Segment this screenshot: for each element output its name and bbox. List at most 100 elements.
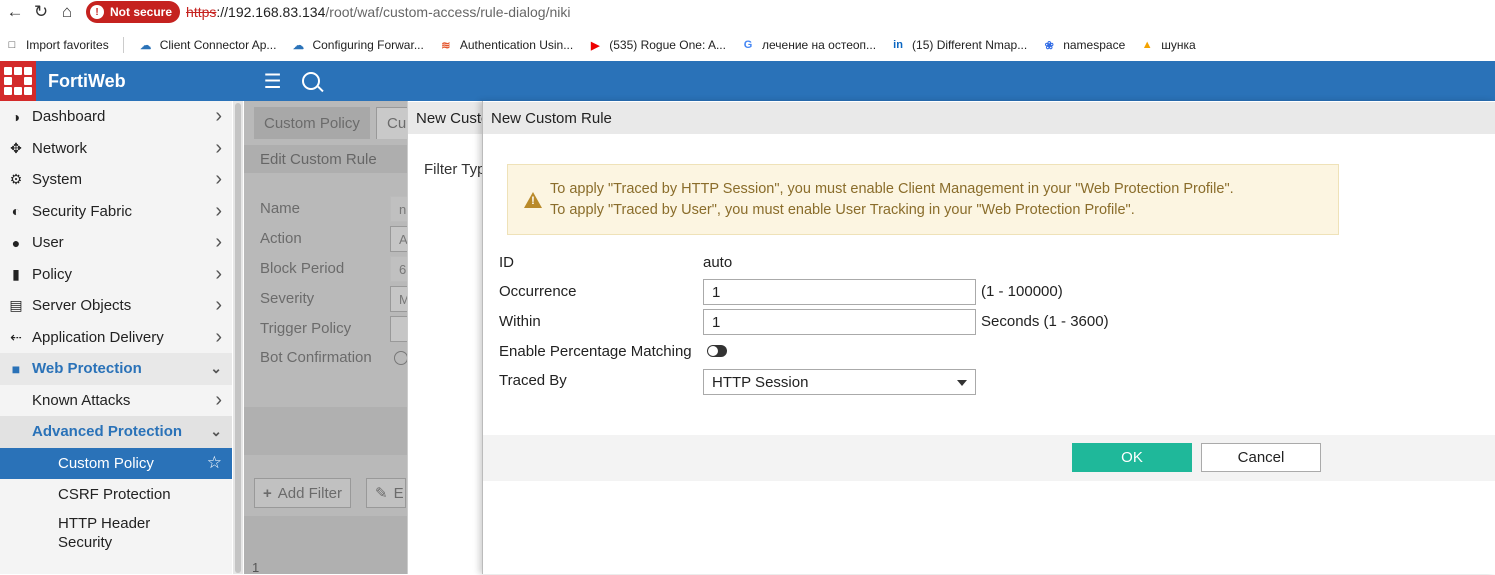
fabric-icon: ◐ — [11, 203, 21, 220]
sidebar-item-network[interactable]: ✥ Network › — [0, 133, 232, 165]
sidebar-item-web-protection[interactable]: ■ Web Protection ⌄ — [0, 353, 232, 385]
home-icon[interactable]: ⌂ — [54, 0, 80, 24]
not-secure-badge[interactable]: ! Not secure — [86, 1, 181, 23]
bookmark-item[interactable]: ❀ namespace — [1041, 38, 1126, 52]
sidebar-item-dashboard[interactable]: ◑ Dashboard › — [0, 101, 232, 133]
bookmark-item[interactable]: □ Import favorites — [4, 38, 109, 52]
chevron-down-icon: ⌄ — [210, 423, 222, 440]
search-icon[interactable] — [301, 72, 320, 90]
reload-icon[interactable]: ↻ — [28, 0, 54, 24]
field-bot-confirmation-label: Bot Confirmation — [260, 349, 372, 366]
pencil-icon: ✎ — [375, 485, 388, 502]
warning-icon: ! — [524, 191, 542, 208]
id-label: ID — [499, 254, 514, 271]
occurrence-input[interactable]: 1 — [703, 279, 976, 305]
bookmark-item[interactable]: Gлечение на остеоп... — [740, 38, 876, 52]
edit-filter-label: E — [393, 484, 404, 502]
import-icon: □ — [8, 39, 16, 51]
bot-confirmation-toggle[interactable] — [394, 351, 408, 365]
sidebar-item-label: Security Fabric — [32, 202, 133, 220]
percentage-matching-toggle[interactable] — [707, 345, 727, 357]
chevron-right-icon: › — [215, 231, 222, 254]
sidebar-item-user[interactable]: ● User › — [0, 227, 232, 259]
sidebar-item-custom-policy[interactable]: Custom Policy ☆ — [0, 447, 232, 479]
occurrence-hint: (1 - 100000) — [981, 283, 1063, 300]
linkedin-icon: in — [893, 39, 903, 51]
sidebar-item-policy[interactable]: ▮ Policy › — [0, 259, 232, 291]
bookmark-item[interactable]: ☁ Configuring Forwar... — [290, 38, 424, 52]
bookmark-item[interactable]: ☁ Client Connector Ap... — [138, 38, 277, 52]
chevron-right-icon: › — [215, 136, 222, 159]
traced-by-label: Traced By — [499, 372, 567, 389]
sidebar-item-label: Advanced Protection — [32, 423, 183, 441]
sidebar-item-label: Known Attacks — [32, 391, 131, 409]
not-secure-label: Not secure — [110, 5, 173, 19]
id-value: auto — [703, 254, 733, 271]
sidebar-item-system[interactable]: ⚙ System › — [0, 164, 232, 196]
within-label: Within — [499, 313, 541, 330]
filter-type-label: Filter Typ — [424, 161, 486, 178]
warning-text: To apply "Traced by HTTP Session", you m… — [550, 179, 1234, 221]
sidebar-item-label: System — [32, 171, 83, 189]
delivery-icon: ⇠ — [10, 328, 22, 345]
bookmark-item[interactable]: ≋ Authentication Usin... — [438, 38, 573, 52]
sidebar-item-label: Server Objects — [32, 297, 132, 315]
within-input[interactable]: 1 — [703, 309, 976, 335]
shield-warning-icon: ! — [90, 5, 104, 19]
chevron-right-icon: › — [215, 294, 222, 317]
sidebar-item-label: CSRF Protection — [58, 486, 171, 504]
cloud-icon: ☁ — [292, 39, 304, 52]
page-number: 1 — [252, 560, 260, 575]
sidebar-item-label: Custom Policy — [58, 454, 154, 472]
scrollbar-thumb[interactable] — [235, 103, 241, 573]
occurrence-label: Occurrence — [499, 283, 577, 300]
warning-line-1: To apply "Traced by HTTP Session", you m… — [550, 180, 1234, 197]
cancel-button[interactable]: Cancel — [1201, 443, 1321, 472]
sidebar-item-label: Dashboard — [32, 108, 106, 126]
url-path: /root/waf/custom-access/rule-dialog/niki — [325, 4, 571, 20]
chevron-right-icon: › — [215, 262, 222, 285]
sidebar-scrollbar[interactable] — [233, 101, 243, 574]
sidebar-item-known-attacks[interactable]: Known Attacks › — [0, 385, 232, 417]
warning-line-2: To apply "Traced by User", you must enab… — [550, 201, 1135, 218]
hamburger-menu-icon[interactable]: ☰ — [264, 69, 282, 94]
bookmark-item[interactable]: in (15) Different Nmap... — [890, 38, 1027, 52]
field-action-label: Action — [260, 230, 302, 247]
bookmark-label: (15) Different Nmap... — [912, 38, 1028, 52]
sidebar-item-security-fabric[interactable]: ◐ Security Fabric › — [0, 196, 232, 228]
chevron-right-icon: › — [215, 105, 222, 128]
sidebar-item-http-header-security[interactable]: HTTP Header Security — [0, 511, 232, 555]
chevron-right-icon: › — [215, 168, 222, 191]
ok-button[interactable]: OK — [1072, 443, 1192, 472]
bookmark-label: (535) Rogue One: A... — [609, 38, 726, 52]
bookmarks-bar: □ Import favorites ☁ Client Connector Ap...… — [0, 30, 1495, 60]
tab-custom-policy[interactable]: Custom Policy — [254, 107, 370, 139]
bookmark-item[interactable]: ▶ (535) Rogue One: A... — [587, 38, 726, 52]
bookmark-label: лечение на остеоп... — [761, 38, 877, 52]
logo-icon: ▲ — [1141, 39, 1153, 51]
bookmark-label: Authentication Usin... — [459, 38, 574, 52]
sidebar-item-csrf-protection[interactable]: CSRF Protection — [0, 479, 232, 511]
browser-address-bar: ← ↻ ⌂ ! Not secure https://192.168.83.13… — [0, 0, 1495, 24]
star-icon[interactable]: ☆ — [207, 453, 222, 473]
traced-by-select[interactable]: HTTP Session — [703, 369, 976, 395]
youtube-icon: ▶ — [591, 39, 600, 52]
bookmark-item[interactable]: ▲ шунка — [1139, 38, 1196, 52]
dialog-title: New Custom Rule — [483, 102, 1495, 134]
dialog-footer — [483, 435, 1495, 481]
cloud-icon: ☁ — [140, 39, 152, 52]
url-field[interactable]: https://192.168.83.134/root/waf/custom-a… — [186, 4, 570, 20]
sidebar-item-advanced-protection[interactable]: Advanced Protection ⌄ — [0, 416, 232, 448]
sidebar-item-label: Network — [32, 139, 88, 157]
bookmark-label: Import favorites — [26, 38, 109, 52]
dialog-behind: New Custom Filter Typ — [407, 101, 487, 574]
edit-filter-button[interactable]: ✎ E — [366, 478, 406, 508]
add-filter-button[interactable]: + Add Filter — [254, 478, 351, 508]
sidebar-item-application-delivery[interactable]: ⇠ Application Delivery › — [0, 322, 232, 354]
sidebar-item-server-objects[interactable]: ▤ Server Objects › — [0, 290, 232, 322]
back-arrow-icon[interactable]: ← — [2, 0, 28, 24]
bookmark-label: Client Connector Ap... — [159, 38, 277, 52]
within-hint: Seconds (1 - 3600) — [981, 313, 1109, 330]
kubernetes-icon: ❀ — [1044, 39, 1054, 52]
field-name-label: Name — [260, 200, 301, 217]
